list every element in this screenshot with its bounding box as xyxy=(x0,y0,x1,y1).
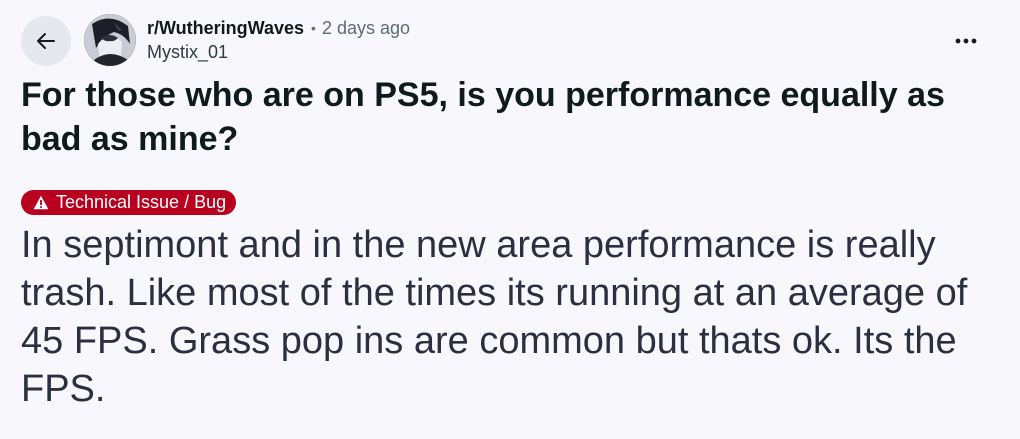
post-meta: r/WutheringWaves • 2 days ago Mystix_01 xyxy=(147,17,410,63)
subreddit-name[interactable]: r/WutheringWaves xyxy=(147,17,304,39)
warning-icon xyxy=(33,195,49,210)
back-button[interactable] xyxy=(21,16,71,66)
arrow-left-icon xyxy=(37,33,55,49)
more-options-icon xyxy=(955,38,977,44)
post-timestamp: 2 days ago xyxy=(321,18,411,38)
post-title: For those who are on PS5, is you perform… xyxy=(21,76,945,158)
meta-separator: • xyxy=(311,20,316,36)
post-body: In septimont and in the new area perform… xyxy=(21,224,968,410)
more-options-button[interactable] xyxy=(946,24,986,58)
post-flair[interactable]: Technical Issue / Bug xyxy=(21,190,237,215)
flair-label: Technical Issue / Bug xyxy=(56,192,227,212)
post-author[interactable]: Mystix_01 xyxy=(147,41,410,63)
subreddit-avatar[interactable] xyxy=(84,14,136,66)
